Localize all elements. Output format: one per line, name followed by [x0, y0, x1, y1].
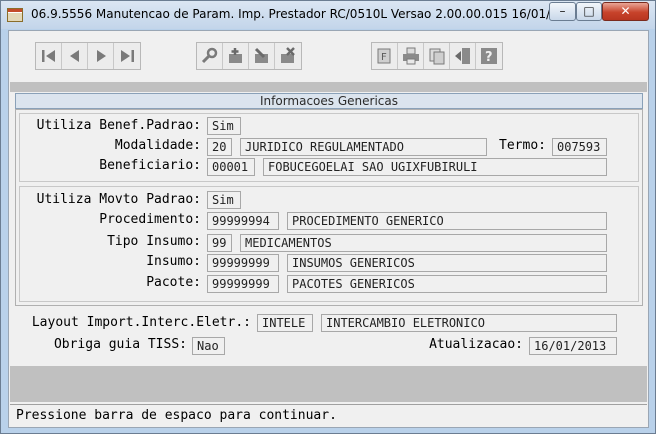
utiliza-movto-label: Utiliza Movto Padrao:: [36, 192, 201, 207]
delete-record-icon: [281, 47, 295, 63]
search-key-button[interactable]: [197, 43, 223, 69]
application-icon: [7, 8, 23, 22]
edit-record-button[interactable]: [249, 43, 275, 69]
insumo-label: Insumo:: [146, 254, 201, 269]
group-title: Informacoes Genericas: [15, 93, 643, 109]
beneficiario-label: Beneficiario:: [99, 158, 201, 173]
delete-record-button[interactable]: [275, 43, 301, 69]
copy-icon: [429, 48, 444, 65]
field-button[interactable]: F: [372, 43, 398, 69]
navigation-toolbar-group: [35, 42, 141, 70]
modalidade-code-field[interactable]: 20: [207, 138, 232, 156]
help-icon: ?: [481, 48, 497, 65]
form-area: Informacoes Genericas Utiliza Benef.Padr…: [9, 92, 648, 362]
layout-desc-field: INTERCAMBIO ELETRONICO: [321, 314, 617, 332]
maximize-button[interactable]: □: [576, 2, 602, 21]
svg-text:?: ?: [485, 50, 493, 65]
procedimento-label: Procedimento:: [99, 212, 201, 227]
first-record-button[interactable]: [36, 43, 62, 69]
bottom-band: [10, 366, 647, 402]
insumo-desc-field: INSUMOS GENERICOS: [287, 254, 607, 272]
pacote-desc-field: PACOTES GENERICOS: [287, 275, 607, 293]
termo-label: Termo:: [499, 138, 546, 153]
utiliza-benef-field[interactable]: Sim: [207, 117, 241, 135]
obriga-tiss-field[interactable]: Nao: [192, 337, 225, 355]
close-button[interactable]: ✕: [602, 2, 649, 21]
toolbar-separator: [10, 82, 647, 92]
status-message: Pressione barra de espaco para continuar…: [16, 408, 337, 423]
exit-button[interactable]: [450, 43, 476, 69]
utiliza-movto-field[interactable]: Sim: [207, 191, 241, 209]
pacote-code-field[interactable]: 99999999: [207, 275, 279, 293]
tipo-insumo-label: Tipo Insumo:: [107, 234, 201, 249]
first-record-icon: [41, 50, 55, 62]
procedimento-desc-field: PROCEDIMENTO GENERICO: [287, 212, 607, 230]
beneficiario-desc-field: FOBUCEGOELAI SAO UGIXFUBIRULI: [263, 158, 607, 176]
edit-toolbar-group: [196, 42, 302, 70]
field-icon: F: [377, 48, 390, 64]
client-area: F ? Informacoes Genericas Utiliza Benef.…: [8, 30, 649, 428]
app-window: 06.9.5556 Manutencao de Param. Imp. Pres…: [0, 0, 656, 434]
termo-field[interactable]: 007593: [552, 138, 607, 156]
utiliza-benef-label: Utiliza Benef.Padrao:: [36, 118, 201, 133]
title-bar[interactable]: 06.9.5556 Manutencao de Param. Imp. Pres…: [1, 1, 655, 29]
svg-text:F: F: [381, 52, 387, 63]
window-title: 06.9.5556 Manutencao de Param. Imp. Pres…: [31, 7, 612, 21]
edit-record-icon: [254, 47, 268, 63]
search-key-icon: [201, 47, 217, 64]
misc-toolbar-group: F ?: [371, 42, 503, 70]
exit-icon: [454, 48, 470, 64]
atualizacao-field: 16/01/2013: [529, 337, 617, 355]
modalidade-label: Modalidade:: [114, 138, 201, 153]
layout-import-label: Layout Import.Interc.Eletr.:: [31, 315, 251, 330]
procedimento-code-field[interactable]: 99999994: [207, 212, 279, 230]
last-record-button[interactable]: [114, 43, 140, 69]
copy-button[interactable]: [424, 43, 450, 69]
obriga-tiss-label: Obriga guia TISS:: [53, 337, 187, 352]
layout-code-field[interactable]: INTELE: [257, 314, 313, 332]
previous-record-button[interactable]: [62, 43, 88, 69]
previous-record-icon: [69, 50, 79, 62]
minimize-button[interactable]: –: [549, 2, 576, 21]
atualizacao-label: Atualizacao:: [429, 337, 523, 352]
tipo-insumo-desc-field: MEDICAMENTOS: [240, 234, 607, 252]
add-record-icon: [228, 48, 242, 63]
print-button[interactable]: [398, 43, 424, 69]
last-record-icon: [121, 50, 134, 62]
toolbar: F ?: [10, 32, 647, 80]
next-record-button[interactable]: [88, 43, 114, 69]
beneficiario-code-field[interactable]: 00001: [207, 158, 255, 176]
pacote-label: Pacote:: [146, 275, 201, 290]
print-icon: [402, 47, 419, 65]
modalidade-desc-field: JURIDICO REGULAMENTADO: [240, 138, 487, 156]
next-record-icon: [96, 50, 106, 62]
add-record-button[interactable]: [223, 43, 249, 69]
help-button[interactable]: ?: [476, 43, 502, 69]
tipo-insumo-code-field[interactable]: 99: [207, 234, 232, 252]
status-bar: Pressione barra de espaco para continuar…: [10, 404, 647, 426]
insumo-code-field[interactable]: 99999999: [207, 254, 279, 272]
